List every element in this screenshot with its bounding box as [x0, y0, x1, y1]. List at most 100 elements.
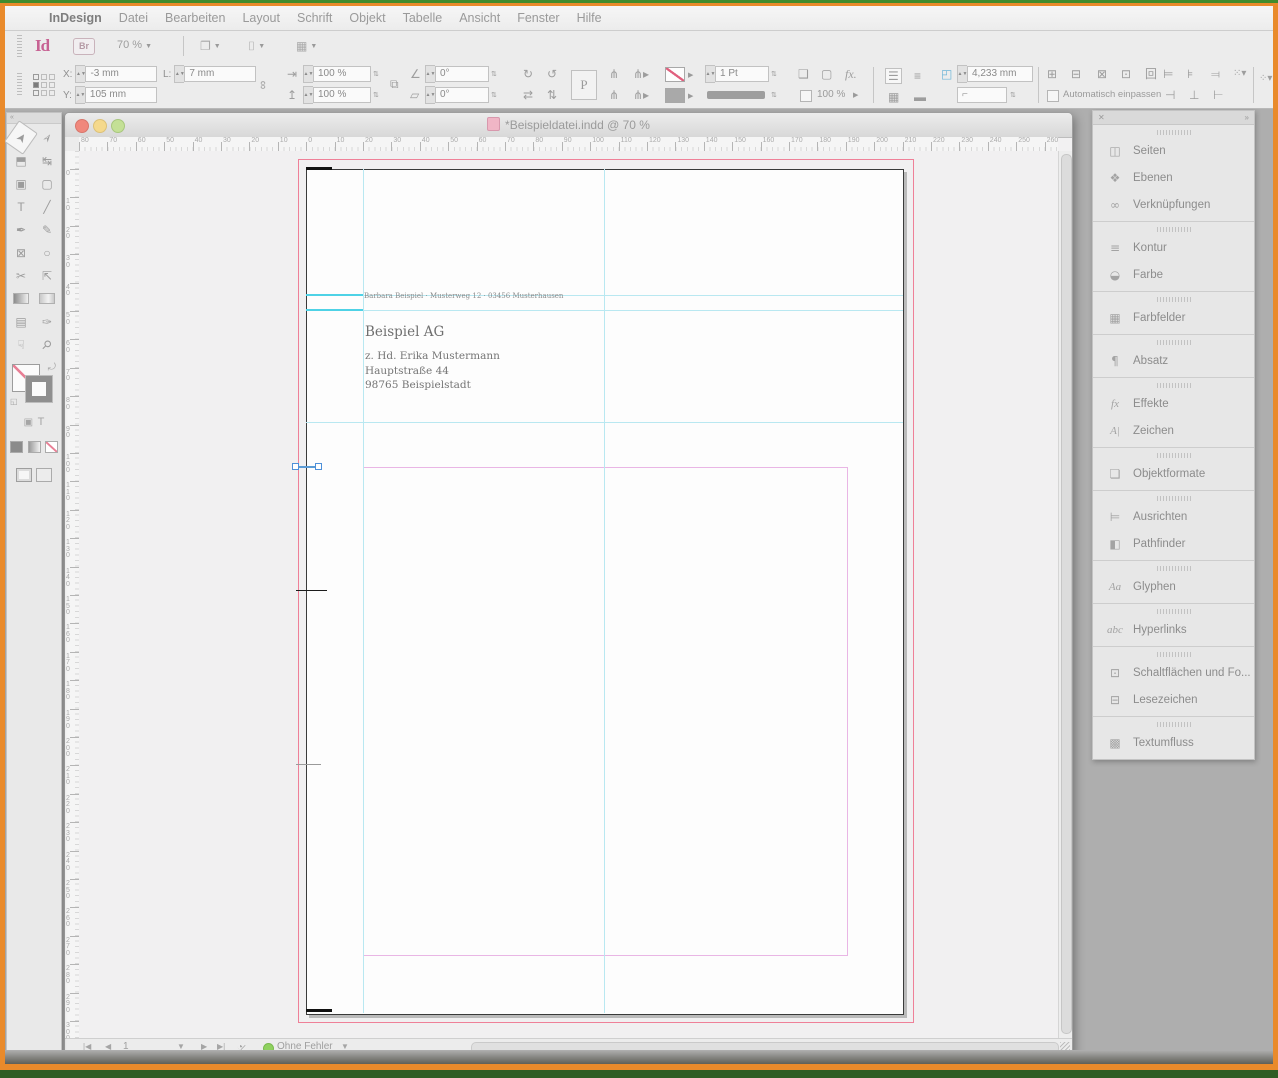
align-right-icon[interactable]: ⫤ [1211, 68, 1220, 80]
menu-indesign[interactable]: InDesign [49, 11, 102, 25]
rotation-value[interactable]: 0° [435, 66, 489, 82]
dock-group-grip-icon[interactable] [1157, 496, 1191, 501]
menu-schrift[interactable]: Schrift [297, 11, 332, 25]
drop-shadow-icon[interactable]: ▢ [821, 68, 832, 80]
menu-datei[interactable]: Datei [119, 11, 148, 25]
free-transform-tool[interactable]: ⇱ [34, 264, 60, 287]
dock-item-farbfelder[interactable]: ▦Farbfelder [1093, 304, 1254, 331]
normal-view-mode-button[interactable] [16, 468, 32, 482]
menu-bearbeiten[interactable]: Bearbeiten [165, 11, 225, 25]
rotate-ccw-icon[interactable]: ↺ [547, 68, 557, 80]
menu-fenster[interactable]: Fenster [517, 11, 559, 25]
y-position-field[interactable]: Y:▲▼ 105 mm [63, 87, 157, 103]
recipient-address-text[interactable]: z. Hd. Erika Mustermann Hauptstraße 44 9… [365, 349, 500, 393]
screen-mode-button[interactable]: ⌷▼ [248, 39, 265, 54]
dock-item-kontur[interactable]: ≡Kontur [1093, 234, 1254, 261]
stepper-icon[interactable]: ▲▼ [425, 86, 435, 104]
scale-x-field[interactable]: ▲▼ 100 % ⇅ [303, 66, 379, 82]
tools-panel-header[interactable]: « [7, 113, 61, 124]
fill-color-swatch[interactable] [665, 88, 685, 103]
opacity-checkbox[interactable] [800, 90, 812, 102]
select-container-button[interactable]: P [571, 70, 597, 100]
sender-line-text[interactable]: Barbara Beispiel · Musterweg 12 · 03456 … [364, 292, 563, 300]
dock-item-pathfinder[interactable]: ◧Pathfinder [1093, 530, 1254, 557]
length-value[interactable]: 7 mm [184, 66, 256, 82]
selection-handle[interactable] [315, 463, 322, 470]
dock-group-grip-icon[interactable] [1157, 297, 1191, 302]
dock-group-grip-icon[interactable] [1157, 130, 1191, 135]
ellipse-tool[interactable]: ○ [34, 241, 60, 264]
dock-item-glyphen[interactable]: AaGlyphen [1093, 573, 1254, 600]
y-position-value[interactable]: 105 mm [85, 87, 157, 103]
rotation-field[interactable]: ▲▼ 0° ⇅ [425, 66, 497, 82]
shear-value[interactable]: 0° [435, 87, 489, 103]
line-tool[interactable]: ╱ [34, 195, 60, 218]
dock-item-verkn-pfungen[interactable]: ∞Verknüpfungen [1093, 191, 1254, 218]
text-frame-edge[interactable] [306, 309, 363, 311]
stepper-icon[interactable]: ▲▼ [425, 65, 435, 83]
gradient-feather-tool[interactable] [34, 287, 60, 310]
flip-vertical-icon[interactable]: ⇅ [547, 89, 557, 101]
apply-none-button[interactable] [45, 441, 58, 453]
corner-radius-value[interactable]: 4,233 mm [967, 66, 1033, 82]
constrain-scale-icon[interactable]: ⧉ [390, 78, 399, 90]
scale-y-field[interactable]: ▲▼ 100 % ⇅ [303, 87, 379, 103]
content-placer-tool[interactable]: ▢ [34, 172, 60, 195]
menu-ansicht[interactable]: Ansicht [459, 11, 500, 25]
stepper-icon[interactable]: ▲▼ [303, 86, 313, 104]
dock-item-schaltfl-chen-und-fo[interactable]: ⊡Schaltflächen und Fo... [1093, 659, 1254, 686]
preview-mode-button[interactable] [36, 468, 52, 482]
dock-item-absatz[interactable]: ¶Absatz [1093, 347, 1254, 374]
rectangle-frame-tool[interactable]: ⊠ [8, 241, 34, 264]
pencil-tool[interactable]: ✎ [34, 218, 60, 241]
corner-radius-field[interactable]: ▲▼ 4,233 mm [957, 66, 1033, 82]
zoom-tool[interactable]: ⚲ [30, 327, 65, 362]
select-previous-object-icon[interactable]: ⋔ [609, 89, 619, 101]
pasteboard-canvas[interactable]: Barbara Beispiel · Musterweg 12 · 03456 … [79, 151, 1058, 1038]
dock-group-grip-icon[interactable] [1157, 227, 1191, 232]
dock-item-ebenen[interactable]: ❖Ebenen [1093, 164, 1254, 191]
dock-item-lesezeichen[interactable]: ⊟Lesezeichen [1093, 686, 1254, 713]
find-similar-icon[interactable]: ❑ [798, 68, 809, 80]
align-left-icon[interactable]: ⊨ [1163, 68, 1173, 80]
dock-item-zeichen[interactable]: A|Zeichen [1093, 417, 1254, 444]
dock-item-farbe[interactable]: ◒Farbe [1093, 261, 1254, 288]
stepper-icon[interactable]: ▲▼ [174, 65, 184, 83]
opacity-value[interactable]: 100 % [817, 89, 845, 100]
constrain-dimensions-icon[interactable]: ∞ [257, 81, 269, 90]
expand-dock-icon[interactable]: » [1245, 113, 1249, 122]
length-field[interactable]: L:▲▼ 7 mm [163, 66, 256, 82]
view-options-button[interactable]: ❐▼ [200, 39, 221, 53]
swap-fill-stroke-icon[interactable]: ⤾ [48, 362, 56, 373]
type-tool[interactable]: T [8, 195, 34, 218]
vertical-ruler[interactable]: 0102030405060708090100110120130140150160… [65, 151, 80, 1038]
fit-proportional-icon[interactable]: 回 [1145, 68, 1157, 80]
x-position-value[interactable]: -3 mm [85, 66, 157, 82]
menu-layout[interactable]: Layout [242, 11, 280, 25]
stepper-icon[interactable]: ▲▼ [957, 65, 967, 83]
select-next-object-icon[interactable]: ⋔▸ [633, 68, 649, 80]
chevron-right-icon[interactable]: ▶ [688, 71, 693, 79]
stepper-icon[interactable]: ▲▼ [303, 65, 313, 83]
recipient-company-text[interactable]: Beispiel AG [365, 324, 444, 340]
autofit-checkbox[interactable] [1047, 90, 1059, 102]
zoom-level-dropdown[interactable]: 70 % ▼ [117, 39, 152, 51]
panel-options-icon[interactable]: ⁘▾ [1259, 73, 1272, 85]
selection-handle[interactable] [292, 463, 299, 470]
note-tool[interactable]: ▤ [8, 310, 34, 333]
horizontal-ruler[interactable]: 8070605040302010010203040506070809010011… [79, 137, 1058, 152]
select-last-object-icon[interactable]: ⋔▸ [633, 89, 649, 101]
text-frame-options-icon[interactable]: ≡ [911, 68, 924, 84]
content-collector-tool[interactable]: ▣ [8, 172, 34, 195]
dock-item-objektformate[interactable]: ❏Objektformate [1093, 460, 1254, 487]
x-position-field[interactable]: X:▲▼ -3 mm [63, 66, 157, 82]
distribute-menu-icon[interactable]: ⁙▾ [1233, 68, 1246, 80]
distribute-left-icon[interactable]: ⊣ [1165, 89, 1175, 101]
arrange-documents-button[interactable]: ▦▼ [296, 39, 317, 53]
vertical-scrollbar[interactable] [1058, 151, 1072, 1038]
menu-tabelle[interactable]: Tabelle [403, 11, 443, 25]
vertical-scrollbar-thumb[interactable] [1061, 154, 1072, 1034]
flip-horizontal-icon[interactable]: ⇄ [523, 89, 533, 101]
dock-item-effekte[interactable]: fxEffekte [1093, 390, 1254, 417]
dock-item-hyperlinks[interactable]: abcHyperlinks [1093, 616, 1254, 643]
